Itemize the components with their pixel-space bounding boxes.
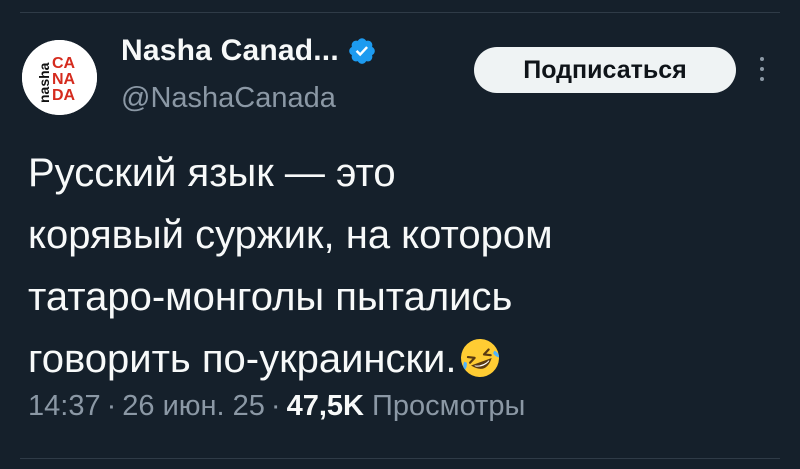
meta-separator: · bbox=[106, 390, 117, 422]
tweet-text-line: Русский язык — это bbox=[28, 151, 396, 195]
author-name-row: Nasha Canad... bbox=[121, 34, 377, 68]
tweet-text-line: корявый суржик, на котором bbox=[28, 213, 553, 257]
svg-text:NA: NA bbox=[52, 71, 76, 88]
tweet-text-line: говорить по-украински. bbox=[28, 337, 457, 381]
bottom-divider bbox=[20, 458, 780, 459]
svg-text:DA: DA bbox=[52, 87, 76, 104]
tweet-meta: 14:37 · 26 июн. 25 · 47,5K Просмотры bbox=[28, 390, 525, 423]
tweet-text-line: татаро-монголы пытались bbox=[28, 275, 513, 319]
avatar[interactable]: nasha CA NA DA bbox=[22, 40, 97, 115]
views-count: 47,5K bbox=[286, 390, 364, 422]
svg-text:nasha: nasha bbox=[36, 62, 52, 103]
rolling-laughing-emoji-icon bbox=[458, 336, 502, 380]
top-divider bbox=[20, 12, 780, 13]
author-handle[interactable]: @NashaCanada bbox=[121, 82, 336, 115]
tweet-time[interactable]: 14:37 bbox=[28, 390, 101, 422]
meta-separator: · bbox=[270, 390, 281, 422]
author-display-name[interactable]: Nasha Canad... bbox=[121, 34, 339, 68]
more-options-icon[interactable] bbox=[757, 54, 767, 84]
tweet-card: nasha CA NA DA Nasha Canad... @NashaCana… bbox=[0, 0, 800, 469]
tweet-text: Русский язык — это корявый суржик, на ко… bbox=[28, 142, 748, 390]
tweet-date[interactable]: 26 июн. 25 bbox=[122, 390, 265, 422]
verified-badge-icon bbox=[347, 36, 377, 66]
svg-text:CA: CA bbox=[52, 55, 76, 72]
follow-button[interactable]: Подписаться bbox=[474, 47, 736, 93]
nasha-canada-logo-icon: nasha CA NA DA bbox=[22, 40, 97, 115]
views-label: Просмотры bbox=[372, 390, 526, 422]
tweet-text-line-last: говорить по-украински. bbox=[28, 328, 748, 390]
